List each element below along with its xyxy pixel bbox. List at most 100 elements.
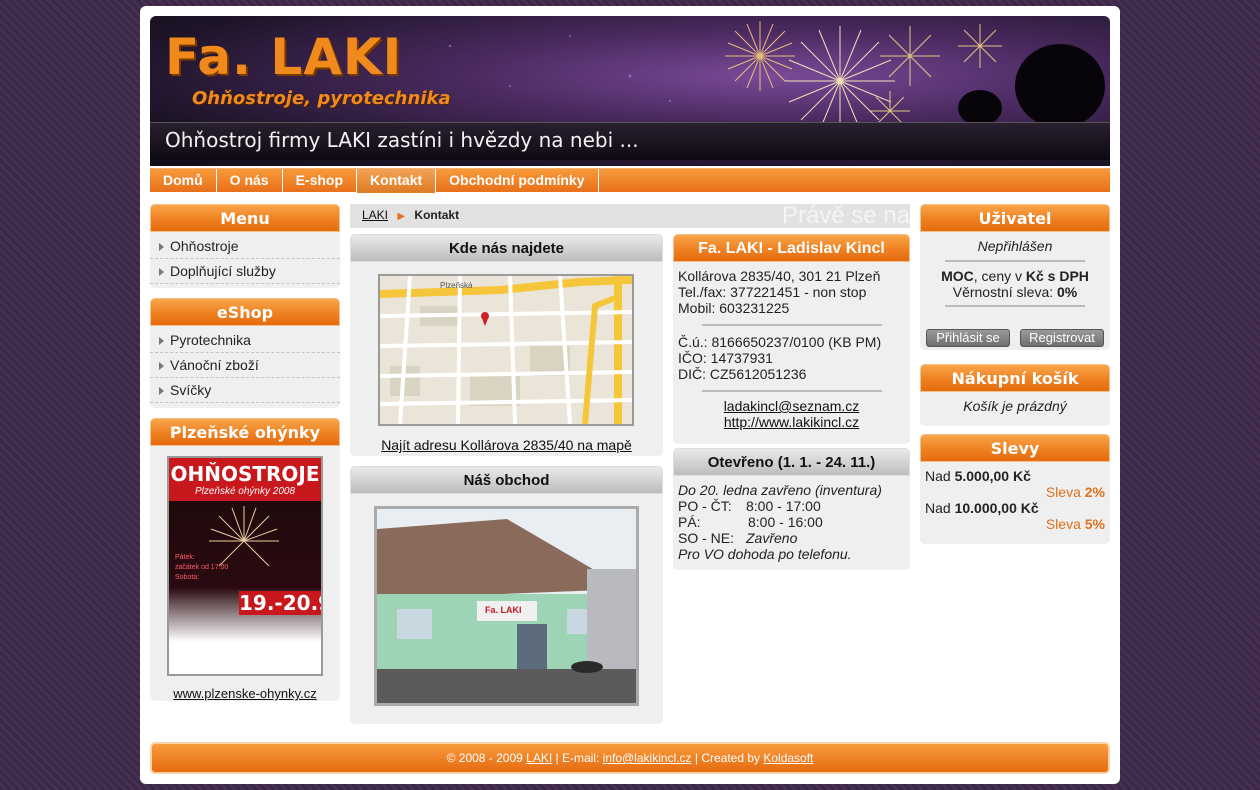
menu-item-doplnujici-sluzby[interactable]: Doplňující služby bbox=[150, 259, 340, 284]
contact-divider bbox=[701, 324, 882, 326]
shop-box: Náš obchod Fa. LAKI bbox=[350, 466, 663, 724]
svg-text:Pátek:: Pátek: bbox=[175, 554, 195, 561]
hours-day: PO - ČT: bbox=[678, 498, 732, 514]
menu-item-vanocni-zbozi[interactable]: Vánoční zboží bbox=[150, 353, 340, 378]
contact-address: Kollárova 2835/40, 301 21 Plzeň bbox=[678, 268, 881, 284]
hours-footer-note: Pro VO dohoda po telefonu. bbox=[678, 546, 852, 562]
hours-time: 8:00 - 16:00 bbox=[748, 514, 823, 530]
breadcrumb-current: Kontakt bbox=[414, 208, 460, 222]
map-box-title: Kde nás najdete bbox=[350, 234, 663, 262]
footer-created-label: | Created by bbox=[691, 751, 764, 765]
logo-subtitle: Ohňostroje, pyrotechnika bbox=[192, 88, 451, 109]
map-box: Kde nás najdete Plzeňská Najít adresu Ko… bbox=[350, 234, 663, 456]
user-box: Uživatel Nepřihlášen MOC, ceny v Kč s DP… bbox=[920, 204, 1110, 350]
promo-title: Plzeňské ohýnky bbox=[150, 418, 340, 446]
hours-row: PÁ: 8:00 - 16:00 bbox=[678, 514, 905, 530]
hours-day: PÁ: bbox=[678, 514, 701, 530]
page-container: Fa. LAKI Ohňostroje, pyrotechnika Ohňost… bbox=[140, 6, 1120, 784]
contact-account: Č.ú.: 8166650237/0100 (KB PM) bbox=[678, 334, 882, 350]
cart-box: Nákupní košík Košík je prázdný bbox=[920, 364, 1110, 426]
price-mode: MOC bbox=[941, 268, 974, 284]
shop-photo[interactable]: Fa. LAKI bbox=[374, 506, 639, 706]
header-banner: Fa. LAKI Ohňostroje, pyrotechnika Ohňost… bbox=[150, 16, 1110, 166]
breadcrumb-arrow-icon: ▶ bbox=[397, 211, 406, 222]
menu-item-pyrotechnika[interactable]: Pyrotechnika bbox=[150, 328, 340, 353]
discount-prefix: Nad bbox=[925, 500, 955, 516]
contact-box: Fa. LAKI - Ladislav Kincl Kollárova 2835… bbox=[673, 234, 910, 444]
nav-item-domu[interactable]: Domů bbox=[150, 169, 217, 193]
login-button[interactable]: Přihlásit se bbox=[926, 329, 1010, 347]
nav-item-kontakt[interactable]: Kontakt bbox=[357, 169, 437, 193]
user-divider-2 bbox=[945, 305, 1085, 307]
footer: © 2008 - 2009 LAKI | E-mail: info@lakiki… bbox=[150, 742, 1110, 774]
footer-creator-link[interactable]: Koldasoft bbox=[763, 751, 813, 765]
nav-item-eshop[interactable]: E-shop bbox=[283, 169, 358, 193]
menu-item-svicky[interactable]: Svíčky bbox=[150, 378, 340, 403]
hours-row: PO - ČT: 8:00 - 17:00 bbox=[678, 498, 905, 514]
hours-day: SO - NE: bbox=[678, 530, 735, 546]
shop-sign-text: Fa. LAKI bbox=[485, 605, 522, 615]
poster-firework: Pátek: začátek od 17.00 Sobota: bbox=[175, 506, 279, 581]
discount-rate: Sleva 5% bbox=[925, 516, 1105, 532]
footer-laki-link[interactable]: LAKI bbox=[526, 751, 552, 765]
nav-item-obchodni-podminky[interactable]: Obchodní podmínky bbox=[436, 169, 599, 193]
user-status: Nepřihlášen bbox=[977, 238, 1053, 254]
contact-email-link[interactable]: ladakincl@seznam.cz bbox=[724, 398, 860, 414]
contact-web-link[interactable]: http://www.lakikincl.cz bbox=[724, 414, 859, 430]
footer-email-link[interactable]: info@lakikincl.cz bbox=[603, 751, 692, 765]
user-divider bbox=[945, 260, 1085, 262]
promo-poster[interactable]: OHŇOSTROJE Plzeňské ohýnky 2008 Pátek: za… bbox=[167, 456, 323, 676]
nav-item-o-nas[interactable]: O nás bbox=[217, 169, 283, 193]
loyalty-value: 0% bbox=[1057, 284, 1078, 300]
footer-copyright: © 2008 - 2009 bbox=[446, 751, 527, 765]
poster-subtitle: Plzeňské ohýnky 2008 bbox=[169, 486, 321, 501]
discount-amount: 10.000,00 Kč bbox=[954, 500, 1039, 516]
main-nav: Domů O nás E-shop Kontakt Obchodní podmí… bbox=[150, 168, 1110, 193]
eshop-title: eShop bbox=[150, 298, 340, 326]
user-price-info: MOC, ceny v Kč s DPH bbox=[920, 268, 1110, 284]
svg-text:začátek od 17.00: začátek od 17.00 bbox=[175, 564, 228, 571]
map-street-label: Plzeňská bbox=[440, 281, 473, 290]
hours-title: Otevřeno (1. 1. - 24. 11.) bbox=[673, 448, 910, 476]
shop-photo-graphic: Fa. LAKI bbox=[377, 509, 636, 703]
loyalty-label: Věrnostní sleva: bbox=[952, 284, 1058, 300]
discount-rate: Sleva 2% bbox=[925, 484, 1105, 500]
breadcrumb-ghost-text: Právě se nacházíte bbox=[782, 204, 910, 228]
breadcrumb-home[interactable]: LAKI bbox=[362, 208, 388, 222]
hours-time: 8:00 - 17:00 bbox=[746, 498, 821, 514]
contact-dic: DIČ: CZ5612051236 bbox=[678, 366, 807, 382]
footer-email-label: | E-mail: bbox=[552, 751, 603, 765]
discount-threshold: Nad 10.000,00 Kč bbox=[925, 500, 1105, 516]
location-map[interactable]: Plzeňská bbox=[378, 274, 634, 426]
price-currency: Kč s DPH bbox=[1025, 268, 1089, 284]
menu-box: Menu Ohňostroje Doplňující služby bbox=[150, 204, 340, 288]
contact-ico: IČO: 14737931 bbox=[678, 350, 773, 366]
promo-box: Plzeňské ohýnky OHŇOSTROJE Plzeňské ohýn… bbox=[150, 418, 340, 701]
discount-value: 2% bbox=[1084, 484, 1105, 500]
menu-item-ohnostroje[interactable]: Ohňostroje bbox=[150, 234, 340, 259]
cart-status: Košík je prázdný bbox=[963, 398, 1067, 414]
register-button[interactable]: Registrovat bbox=[1020, 329, 1104, 347]
svg-text:Sobota:: Sobota: bbox=[175, 574, 199, 581]
discount-label: Sleva bbox=[1045, 484, 1085, 500]
discount-label: Sleva bbox=[1045, 516, 1085, 532]
discounts-box: Slevy Nad 5.000,00 Kč Sleva 2% Nad 10.00… bbox=[920, 434, 1110, 544]
map-link[interactable]: Najít adresu Kollárova 2835/40 na mapě bbox=[350, 437, 663, 453]
price-mid: , ceny v bbox=[973, 268, 1026, 284]
discounts-title: Slevy bbox=[920, 434, 1110, 462]
hours-time: Zavřeno bbox=[746, 530, 798, 546]
contact-divider-2 bbox=[701, 390, 882, 392]
loyalty-info: Věrnostní sleva: 0% bbox=[920, 284, 1110, 300]
map-graphic: Plzeňská bbox=[380, 276, 632, 424]
poster-title: OHŇOSTROJE bbox=[169, 458, 321, 486]
shop-box-title: Náš obchod bbox=[350, 466, 663, 494]
hours-row: SO - NE: Zavřeno bbox=[678, 530, 905, 546]
contact-title: Fa. LAKI - Ladislav Kincl bbox=[673, 234, 910, 262]
slogan: Ohňostroj firmy LAKI zastíni i hvězdy na… bbox=[165, 128, 639, 152]
cart-title: Nákupní košík bbox=[920, 364, 1110, 392]
menu-title: Menu bbox=[150, 204, 340, 232]
logo-title[interactable]: Fa. LAKI bbox=[165, 28, 402, 86]
promo-link[interactable]: www.plzenske-ohynky.cz bbox=[150, 686, 340, 701]
user-title: Uživatel bbox=[920, 204, 1110, 232]
discount-prefix: Nad bbox=[925, 468, 955, 484]
